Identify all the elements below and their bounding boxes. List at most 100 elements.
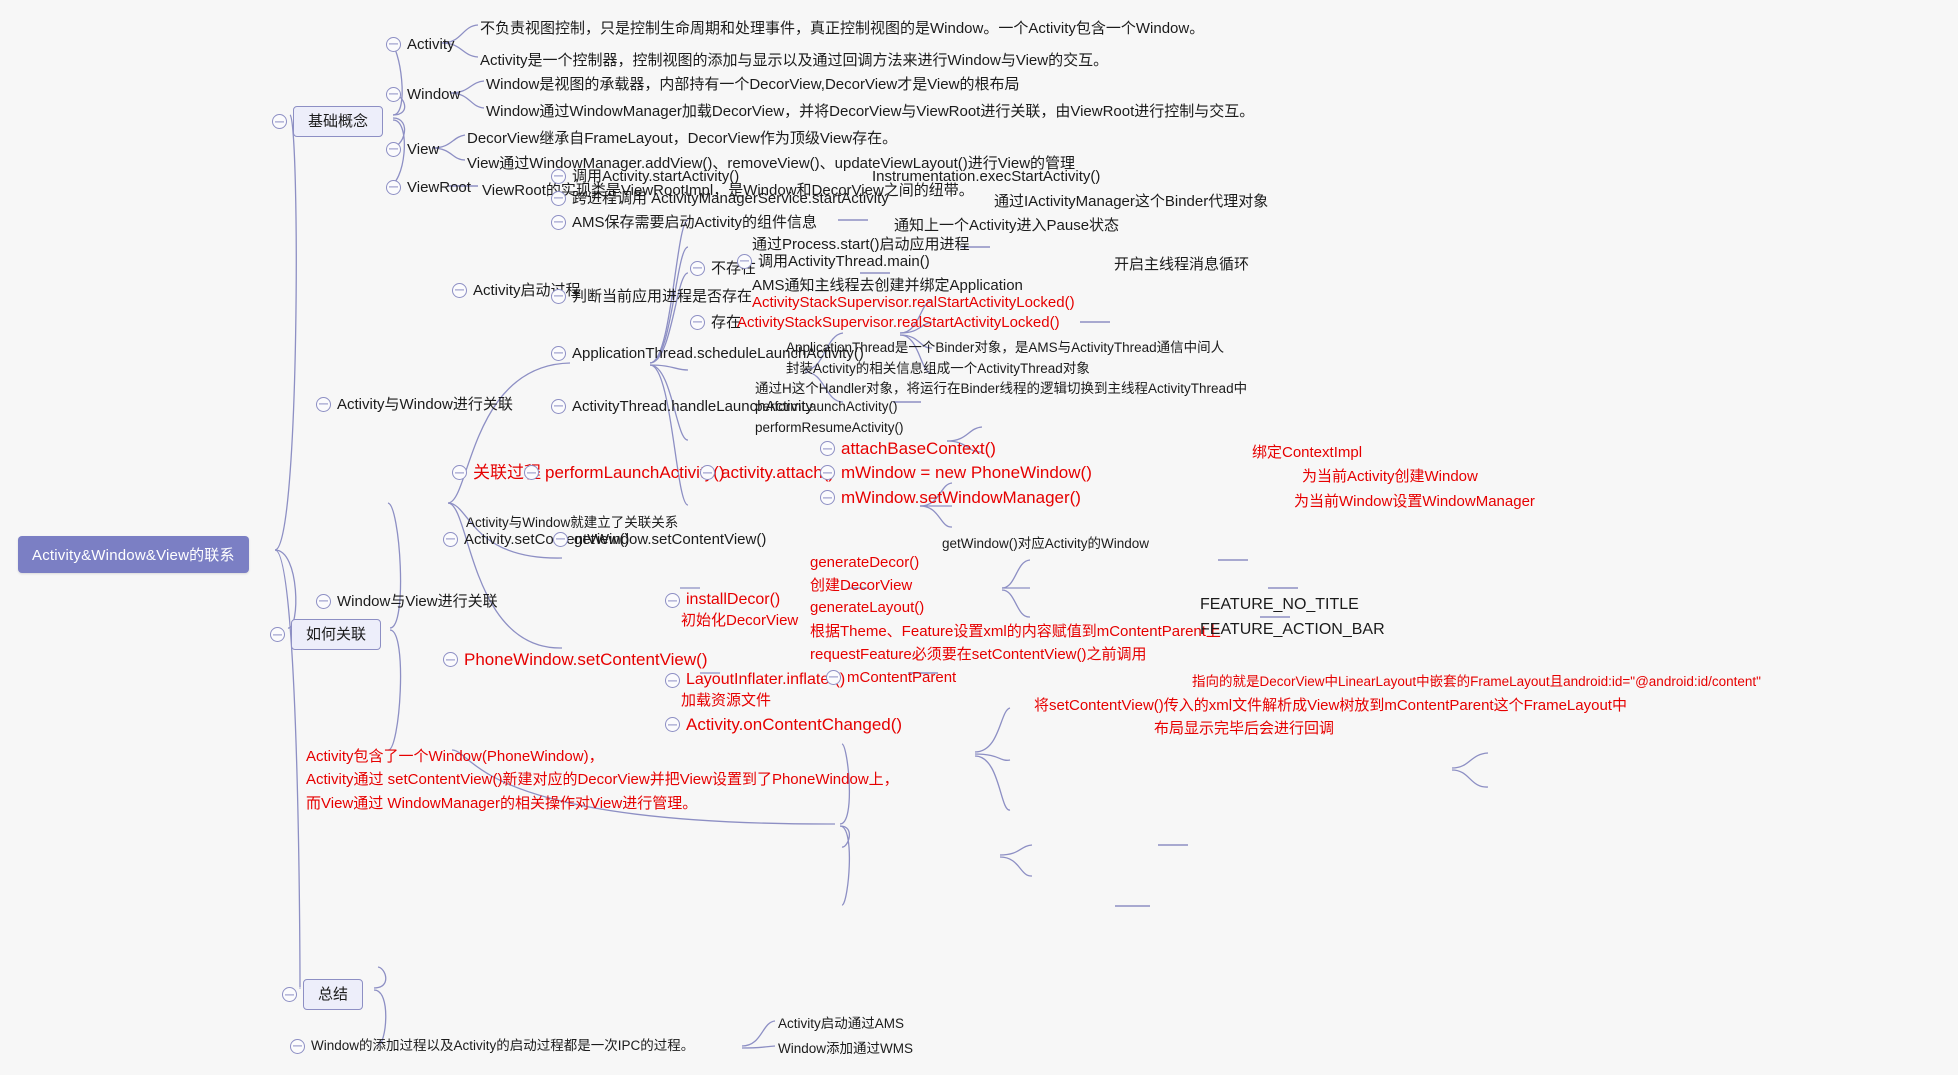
relate-item-1[interactable]: mWindow = new PhoneWindow() bbox=[820, 464, 1092, 481]
collapse-toggle-icon[interactable] bbox=[282, 987, 297, 1002]
collapse-toggle-icon[interactable] bbox=[820, 441, 835, 456]
collapse-toggle-icon[interactable] bbox=[272, 114, 287, 129]
content-parent-note-1: 指向的就是DecorView中LinearLayout中嵌套的FrameLayo… bbox=[1192, 674, 1761, 689]
node-on-content-changed[interactable]: Activity.onContentChanged() bbox=[665, 716, 902, 733]
generate-decor-label: generateDecor() bbox=[810, 554, 920, 571]
collapse-toggle-icon[interactable] bbox=[551, 168, 566, 184]
node-window[interactable]: Window bbox=[386, 86, 460, 102]
generate-layout-sub: 根据Theme、Feature设置xml的内容赋值到mContentParent… bbox=[810, 623, 1221, 640]
node-perform-launch-activity-label: performLaunchActivity() bbox=[545, 463, 725, 482]
collapse-toggle-icon[interactable] bbox=[524, 465, 539, 480]
collapse-toggle-icon[interactable] bbox=[386, 179, 401, 195]
collapse-toggle-icon[interactable] bbox=[290, 1038, 305, 1054]
node-judge-process-exist[interactable]: 判断当前应用进程是否存在 bbox=[551, 288, 752, 304]
topic-basic-concepts-label: 基础概念 bbox=[293, 106, 384, 137]
node-activity-window-relation[interactable]: Activity与Window进行关联 bbox=[316, 396, 513, 412]
collapse-toggle-icon[interactable] bbox=[690, 260, 705, 276]
collapse-toggle-icon[interactable] bbox=[316, 593, 331, 609]
window-desc-2: Window通过WindowManager加载DecorView，并将Decor… bbox=[486, 103, 1255, 120]
topic-summary[interactable]: 总结 bbox=[282, 979, 364, 1010]
node-perform-launch-activity[interactable]: performLaunchActivity() bbox=[524, 464, 725, 481]
collapse-toggle-icon[interactable] bbox=[270, 627, 285, 642]
relate-item-0[interactable]: attachBaseContext() bbox=[820, 440, 996, 457]
feature-action-bar: FEATURE_ACTION_BAR bbox=[1200, 621, 1385, 638]
set-content-note: getWindow()对应Activity的Window bbox=[942, 536, 1150, 551]
not-exist-item-0: 通过Process.start()启动应用进程 bbox=[752, 236, 970, 253]
node-view[interactable]: View bbox=[386, 141, 439, 157]
startup-step-1-label: 跨进程调用 ActivityManagerService.startActivi… bbox=[572, 189, 889, 207]
collapse-toggle-icon[interactable] bbox=[665, 673, 680, 688]
collapse-toggle-icon[interactable] bbox=[826, 669, 841, 685]
startup-step-0-note: Instrumentation.execStartActivity() bbox=[872, 168, 1101, 185]
layout-inflater-sub: 加载资源文件 bbox=[681, 692, 772, 709]
relate-item-1-note: 为当前Activity创建Window bbox=[1302, 468, 1478, 485]
collapse-toggle-icon[interactable] bbox=[553, 531, 568, 547]
relate-item-0-label: attachBaseContext() bbox=[841, 439, 996, 458]
startup-step-2[interactable]: AMS保存需要启动Activity的组件信息 bbox=[551, 214, 817, 230]
topic-how-to-relate[interactable]: 如何关联 bbox=[270, 619, 382, 650]
collapse-toggle-icon[interactable] bbox=[551, 398, 566, 414]
collapse-toggle-icon[interactable] bbox=[551, 288, 566, 304]
topic-summary-label: 总结 bbox=[303, 979, 364, 1010]
content-parent-note-2: 将setContentView()传入的xml文件解析成View树放到mCont… bbox=[1034, 697, 1627, 714]
startup-step-1-note: 通过IActivityManager这个Binder代理对象 bbox=[994, 193, 1269, 210]
collapse-toggle-icon[interactable] bbox=[386, 141, 401, 157]
collapse-toggle-icon[interactable] bbox=[316, 396, 331, 412]
startup-step-1[interactable]: 跨进程调用 ActivityManagerService.startActivi… bbox=[551, 190, 889, 206]
not-exist-item-1[interactable]: 调用ActivityThread.main() bbox=[737, 253, 930, 269]
relate-item-2[interactable]: mWindow.setWindowManager() bbox=[820, 489, 1081, 506]
schedule-desc-2: 封装Activity的相关信息组成一个ActivityThread对象 bbox=[786, 361, 1090, 376]
node-content-parent[interactable]: mContentParent bbox=[826, 669, 956, 685]
node-get-window-set-content-view-label: getWindow.setContentView() bbox=[574, 530, 767, 548]
node-phone-window-set-content-view[interactable]: PhoneWindow.setContentView() bbox=[443, 651, 708, 668]
collapse-toggle-icon[interactable] bbox=[665, 717, 680, 732]
feature-no-title: FEATURE_NO_TITLE bbox=[1200, 596, 1359, 613]
node-window-view-relation[interactable]: Window与View进行关联 bbox=[316, 593, 498, 609]
startup-step-2-label: AMS保存需要启动Activity的组件信息 bbox=[572, 213, 818, 231]
relate-item-2-label: mWindow.setWindowManager() bbox=[841, 488, 1081, 507]
startup-step-0-label: 调用Activity.startActivity() bbox=[572, 167, 740, 185]
collapse-toggle-icon[interactable] bbox=[443, 652, 458, 667]
node-activity-attach-label: activity.attach() bbox=[721, 463, 835, 482]
node-activity[interactable]: Activity bbox=[386, 36, 455, 52]
activity-desc-2: Activity是一个控制器，控制视图的添加与显示以及通过回调方法来进行Wind… bbox=[480, 52, 1109, 69]
request-feature-note: requestFeature必须要在setContentView()之前调用 bbox=[810, 646, 1147, 663]
collapse-toggle-icon[interactable] bbox=[443, 531, 458, 547]
node-activity-attach[interactable]: activity.attach() bbox=[700, 464, 834, 481]
node-window-view-relation-label: Window与View进行关联 bbox=[337, 592, 498, 610]
collapse-toggle-icon[interactable] bbox=[386, 36, 401, 52]
relate-item-0-note: 绑定ContextImpl bbox=[1252, 444, 1363, 461]
node-window-label: Window bbox=[407, 85, 461, 103]
collapse-toggle-icon[interactable] bbox=[551, 345, 566, 361]
not-exist-item-3: ActivityStackSupervisor.realStartActivit… bbox=[752, 294, 1075, 311]
node-ipc-process[interactable]: Window的添加过程以及Activity的启动过程都是一次IPC的过程。 bbox=[290, 1038, 694, 1054]
node-viewroot[interactable]: ViewRoot bbox=[386, 179, 471, 195]
handle-desc-2: performLaunchActivity() bbox=[755, 399, 898, 414]
relate-item-1-label: mWindow = new PhoneWindow() bbox=[841, 463, 1092, 482]
install-decor-sub: 初始化DecorView bbox=[681, 612, 799, 629]
collapse-toggle-icon[interactable] bbox=[452, 465, 467, 480]
window-desc-1: Window是视图的承载器，内部持有一个DecorView,DecorView才… bbox=[486, 76, 1020, 93]
node-activity-label: Activity bbox=[407, 35, 455, 53]
activity-desc-1: 不负责视图控制，只是控制生命周期和处理事件，真正控制视图的是Window。一个A… bbox=[480, 20, 1205, 37]
collapse-toggle-icon[interactable] bbox=[551, 214, 566, 230]
collapse-toggle-icon[interactable] bbox=[386, 86, 401, 102]
root-label: Activity&Window&View的联系 bbox=[32, 547, 235, 564]
collapse-toggle-icon[interactable] bbox=[452, 282, 467, 298]
collapse-toggle-icon[interactable] bbox=[820, 490, 835, 505]
node-process-exist[interactable]: 存在 bbox=[690, 314, 741, 330]
not-exist-item-1-label: 调用ActivityThread.main() bbox=[758, 252, 930, 270]
relate-item-2-note: 为当前Window设置WindowManager bbox=[1294, 493, 1535, 510]
node-get-window-set-content-view[interactable]: getWindow.setContentView() bbox=[553, 531, 766, 547]
startup-step-0[interactable]: 调用Activity.startActivity() bbox=[551, 168, 739, 184]
collapse-toggle-icon[interactable] bbox=[700, 465, 715, 480]
collapse-toggle-icon[interactable] bbox=[820, 465, 835, 480]
node-viewroot-label: ViewRoot bbox=[407, 178, 471, 196]
collapse-toggle-icon[interactable] bbox=[737, 253, 752, 269]
collapse-toggle-icon[interactable] bbox=[551, 190, 566, 206]
topic-basic-concepts[interactable]: 基础概念 bbox=[272, 106, 384, 137]
collapse-toggle-icon[interactable] bbox=[690, 314, 705, 330]
collapse-toggle-icon[interactable] bbox=[665, 593, 680, 608]
root-node[interactable]: Activity&Window&View的联系 bbox=[18, 536, 249, 573]
generate-decor-sub: 创建DecorView bbox=[810, 577, 913, 594]
